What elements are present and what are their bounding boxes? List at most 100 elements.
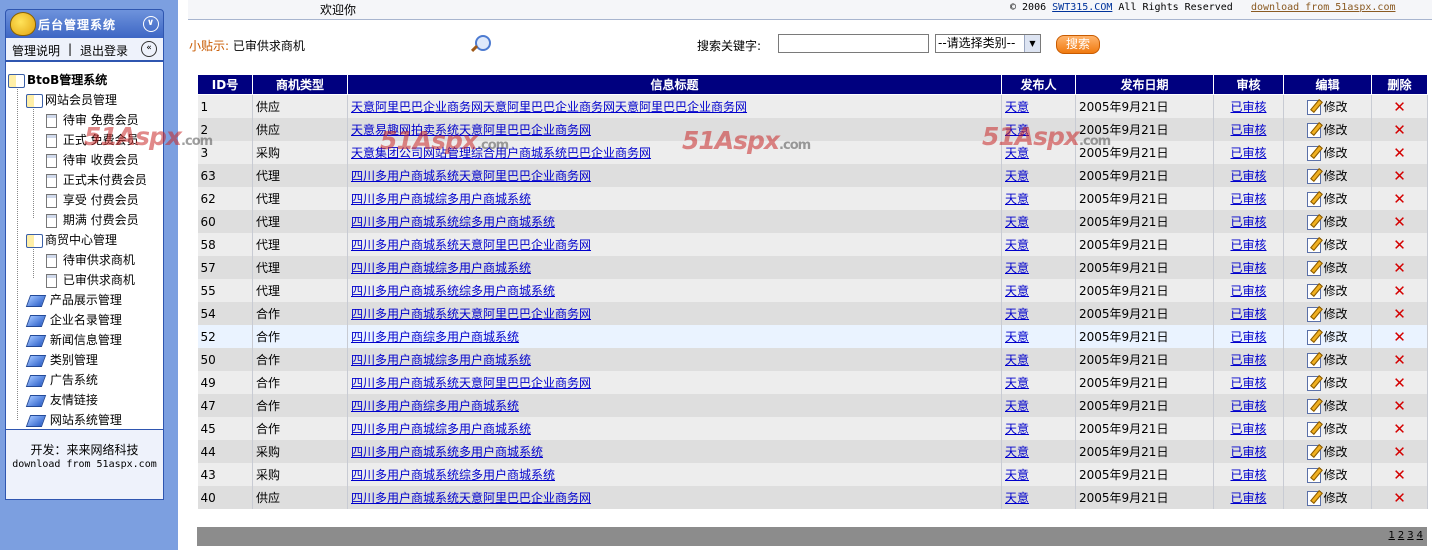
edit-icon[interactable] [1307,215,1322,230]
cell-edit[interactable]: 修改 [1283,348,1372,371]
publisher-link[interactable]: 天意 [1005,215,1029,229]
status-link[interactable]: 已审核 [1230,146,1266,160]
tree-item-approved-opportunities[interactable]: 已审供求商机 [46,270,135,290]
status-link[interactable]: 已审核 [1230,284,1266,298]
status-link[interactable]: 已审核 [1230,100,1266,114]
col-header-title[interactable]: 信息标题 [347,74,1002,95]
edit-icon[interactable] [1307,422,1322,437]
collapse-icon[interactable]: ∨ [143,16,159,32]
publisher-link[interactable]: 天意 [1005,491,1029,505]
title-link[interactable]: 四川多用户商城系统综多用户商城系统 [351,215,555,229]
tree-group-members[interactable]: 网站会员管理 [26,90,117,110]
edit-label[interactable]: 修改 [1323,422,1347,436]
cell-edit[interactable]: 修改 [1283,463,1372,486]
status-link[interactable]: 已审核 [1230,353,1266,367]
cell-edit[interactable]: 修改 [1283,325,1372,348]
edit-label[interactable]: 修改 [1323,100,1347,114]
tree-module-news[interactable]: 新闻信息管理 [25,330,122,350]
edit-label[interactable]: 修改 [1323,491,1347,505]
cell-edit[interactable]: 修改 [1283,371,1372,394]
search-input[interactable] [778,34,929,53]
page-link[interactable]: 3 [1407,530,1413,541]
page-link[interactable]: 1 [1389,530,1395,541]
delete-icon[interactable]: ✕ [1393,443,1406,461]
col-header-id[interactable]: ID号 [197,74,253,95]
edit-label[interactable]: 修改 [1323,215,1347,229]
tree-module-links[interactable]: 友情链接 [25,390,98,410]
edit-label[interactable]: 修改 [1323,330,1347,344]
col-header-edit[interactable]: 编辑 [1283,74,1372,95]
title-link[interactable]: 四川多用户商城系统综多用户商城系统 [351,468,555,482]
edit-icon[interactable] [1307,330,1322,345]
status-link[interactable]: 已审核 [1230,445,1266,459]
publisher-link[interactable]: 天意 [1005,445,1029,459]
edit-icon[interactable] [1307,261,1322,276]
edit-icon[interactable] [1307,123,1322,138]
edit-label[interactable]: 修改 [1323,169,1347,183]
col-header-delete[interactable]: 删除 [1371,74,1428,95]
publisher-link[interactable]: 天意 [1005,376,1029,390]
status-link[interactable]: 已审核 [1230,215,1266,229]
publisher-link[interactable]: 天意 [1005,146,1029,160]
tree-item-pending-free[interactable]: 待审 免费会员 [46,110,139,130]
cell-edit[interactable]: 修改 [1283,210,1372,233]
cell-edit[interactable]: 修改 [1283,164,1372,187]
edit-label[interactable]: 修改 [1323,146,1347,160]
status-link[interactable]: 已审核 [1230,238,1266,252]
delete-icon[interactable]: ✕ [1393,489,1406,507]
status-link[interactable]: 已审核 [1230,491,1266,505]
col-header-publisher[interactable]: 发布人 [1001,74,1076,95]
tree-module-directory[interactable]: 企业名录管理 [25,310,122,330]
edit-label[interactable]: 修改 [1323,238,1347,252]
publisher-link[interactable]: 天意 [1005,100,1029,114]
delete-icon[interactable]: ✕ [1393,374,1406,392]
cell-edit[interactable]: 修改 [1283,118,1372,141]
edit-label[interactable]: 修改 [1323,353,1347,367]
title-link[interactable]: 四川多用户商综多用户商城系统 [351,330,519,344]
tree-group-trade[interactable]: 商贸中心管理 [26,230,117,250]
title-link[interactable]: 四川多用户商城综多用户商城系统 [351,192,531,206]
status-link[interactable]: 已审核 [1230,330,1266,344]
edit-icon[interactable] [1307,307,1322,322]
status-link[interactable]: 已审核 [1230,307,1266,321]
edit-icon[interactable] [1307,399,1322,414]
delete-icon[interactable]: ✕ [1393,397,1406,415]
publisher-link[interactable]: 天意 [1005,399,1029,413]
publisher-link[interactable]: 天意 [1005,284,1029,298]
title-link[interactable]: 四川多用户商城系统多用户商城系统 [351,445,543,459]
logout-link[interactable]: 退出登录 [80,42,128,59]
edit-label[interactable]: 修改 [1323,445,1347,459]
cell-edit[interactable]: 修改 [1283,256,1372,279]
title-link[interactable]: 四川多用户商城系统天意阿里巴巴企业商务网 [351,169,591,183]
edit-label[interactable]: 修改 [1323,376,1347,390]
status-link[interactable]: 已审核 [1230,192,1266,206]
col-header-type[interactable]: 商机类型 [252,74,348,95]
tree-item-unpaid[interactable]: 正式未付费会员 [46,170,147,190]
publisher-link[interactable]: 天意 [1005,238,1029,252]
title-link[interactable]: 四川多用户商综多用户商城系统 [351,399,519,413]
edit-icon[interactable] [1307,146,1322,161]
tree-module-system[interactable]: 网站系统管理 [25,410,122,429]
delete-icon[interactable]: ✕ [1393,305,1406,323]
tree-item-pending-paid[interactable]: 待审 收费会员 [46,150,139,170]
edit-label[interactable]: 修改 [1323,468,1347,482]
edit-label[interactable]: 修改 [1323,123,1347,137]
edit-label[interactable]: 修改 [1323,307,1347,321]
page-link[interactable]: 2 [1398,530,1404,541]
tree-module-ads[interactable]: 广告系统 [25,370,98,390]
edit-icon[interactable] [1307,100,1322,115]
search-button[interactable]: 搜索 [1056,35,1100,54]
title-link[interactable]: 天意易趣网拍卖系统天意阿里巴巴企业商务网 [351,123,591,137]
col-header-date[interactable]: 发布日期 [1075,74,1214,95]
title-link[interactable]: 天意集团公司网站管理综合用户商城系统巴巴企业商务网 [351,146,651,160]
title-link[interactable]: 四川多用户商城系统天意阿里巴巴企业商务网 [351,491,591,505]
page-link[interactable]: 4 [1417,530,1423,541]
title-link[interactable]: 四川多用户商城综多用户商城系统 [351,353,531,367]
status-link[interactable]: 已审核 [1230,169,1266,183]
title-link[interactable]: 四川多用户商城系统天意阿里巴巴企业商务网 [351,376,591,390]
download-link[interactable]: download from 51aspx.com [1251,2,1396,13]
status-link[interactable]: 已审核 [1230,376,1266,390]
status-link[interactable]: 已审核 [1230,261,1266,275]
edit-icon[interactable] [1307,238,1322,253]
delete-icon[interactable]: ✕ [1393,98,1406,116]
